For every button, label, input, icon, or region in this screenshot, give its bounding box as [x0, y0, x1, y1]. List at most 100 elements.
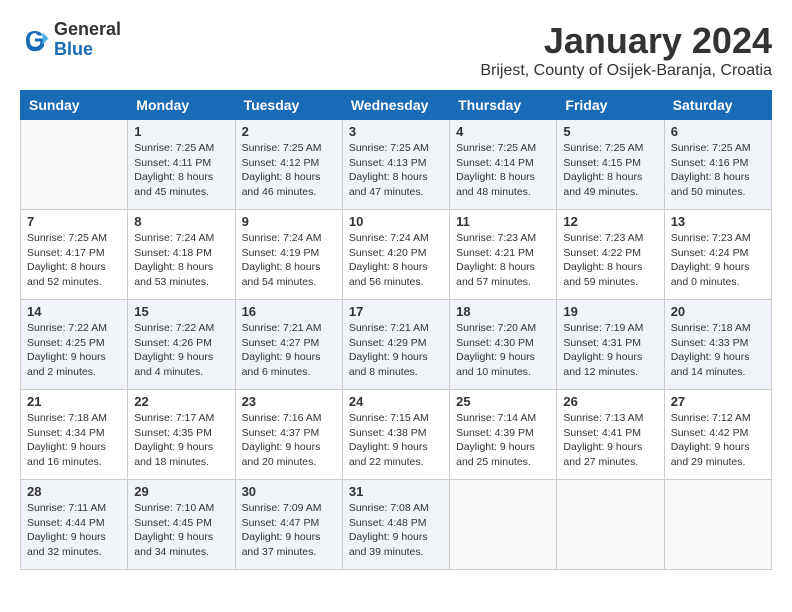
- day-info: Sunrise: 7:23 AMSunset: 4:21 PMDaylight:…: [456, 231, 550, 290]
- day-info: Sunrise: 7:09 AMSunset: 4:47 PMDaylight:…: [242, 501, 336, 560]
- day-info: Sunrise: 7:25 AMSunset: 4:14 PMDaylight:…: [456, 141, 550, 200]
- calendar-body: 1 Sunrise: 7:25 AMSunset: 4:11 PMDaylight…: [21, 120, 772, 570]
- day-info: Sunrise: 7:18 AMSunset: 4:33 PMDaylight:…: [671, 321, 765, 380]
- day-info: Sunrise: 7:12 AMSunset: 4:42 PMDaylight:…: [671, 411, 765, 470]
- day-info: Sunrise: 7:13 AMSunset: 4:41 PMDaylight:…: [563, 411, 657, 470]
- calendar-cell: [664, 480, 771, 570]
- calendar-cell: 26 Sunrise: 7:13 AMSunset: 4:41 PMDayligh…: [557, 390, 664, 480]
- day-info: Sunrise: 7:10 AMSunset: 4:45 PMDaylight:…: [134, 501, 228, 560]
- day-number: 2: [242, 124, 336, 139]
- calendar: SundayMondayTuesdayWednesdayThursdayFrid…: [20, 90, 772, 570]
- week-row-4: 21Sunrise: 7:18 AMSunset: 4:34 PMDayligh…: [21, 390, 772, 480]
- day-number: 26: [563, 394, 657, 409]
- calendar-cell: 25 Sunrise: 7:14 AMSunset: 4:39 PMDayligh…: [450, 390, 557, 480]
- header-monday: Monday: [128, 91, 235, 120]
- calendar-cell: 27 Sunrise: 7:12 AMSunset: 4:42 PMDayligh…: [664, 390, 771, 480]
- day-info: Sunrise: 7:23 AMSunset: 4:24 PMDaylight:…: [671, 231, 765, 290]
- day-number: 14: [27, 304, 121, 319]
- week-row-2: 7Sunrise: 7:25 AMSunset: 4:17 PMDaylight…: [21, 210, 772, 300]
- day-info: Sunrise: 7:14 AMSunset: 4:39 PMDaylight:…: [456, 411, 550, 470]
- day-info: Sunrise: 7:19 AMSunset: 4:31 PMDaylight:…: [563, 321, 657, 380]
- calendar-cell: 31Sunrise: 7:08 AMSunset: 4:48 PMDayligh…: [342, 480, 449, 570]
- calendar-cell: 29Sunrise: 7:10 AMSunset: 4:45 PMDayligh…: [128, 480, 235, 570]
- header-tuesday: Tuesday: [235, 91, 342, 120]
- calendar-cell: 10Sunrise: 7:24 AMSunset: 4:20 PMDayligh…: [342, 210, 449, 300]
- calendar-cell: 19 Sunrise: 7:19 AMSunset: 4:31 PMDayligh…: [557, 300, 664, 390]
- day-number: 25: [456, 394, 550, 409]
- calendar-cell: 13Sunrise: 7:23 AMSunset: 4:24 PMDayligh…: [664, 210, 771, 300]
- header: General Blue January 2024 Brijest, Count…: [20, 20, 772, 80]
- logo-icon: [20, 25, 50, 55]
- day-info: Sunrise: 7:16 AMSunset: 4:37 PMDaylight:…: [242, 411, 336, 470]
- calendar-cell: 4Sunrise: 7:25 AMSunset: 4:14 PMDaylight…: [450, 120, 557, 210]
- day-info: Sunrise: 7:24 AMSunset: 4:19 PMDaylight:…: [242, 231, 336, 290]
- calendar-cell: [21, 120, 128, 210]
- header-sunday: Sunday: [21, 91, 128, 120]
- logo-text: General Blue: [54, 20, 121, 60]
- day-info: Sunrise: 7:20 AMSunset: 4:30 PMDaylight:…: [456, 321, 550, 380]
- week-row-3: 14 Sunrise: 7:22 AMSunset: 4:25 PMDayligh…: [21, 300, 772, 390]
- calendar-cell: 9Sunrise: 7:24 AMSunset: 4:19 PMDaylight…: [235, 210, 342, 300]
- calendar-cell: 15Sunrise: 7:22 AMSunset: 4:26 PMDayligh…: [128, 300, 235, 390]
- calendar-cell: 20 Sunrise: 7:18 AMSunset: 4:33 PMDayligh…: [664, 300, 771, 390]
- day-number: 3: [349, 124, 443, 139]
- calendar-cell: 16Sunrise: 7:21 AMSunset: 4:27 PMDayligh…: [235, 300, 342, 390]
- day-number: 10: [349, 214, 443, 229]
- calendar-cell: 30Sunrise: 7:09 AMSunset: 4:47 PMDayligh…: [235, 480, 342, 570]
- calendar-cell: 24 Sunrise: 7:15 AMSunset: 4:38 PMDayligh…: [342, 390, 449, 480]
- day-number: 20: [671, 304, 765, 319]
- day-info: Sunrise: 7:11 AMSunset: 4:44 PMDaylight:…: [27, 501, 121, 560]
- calendar-cell: [450, 480, 557, 570]
- day-info: Sunrise: 7:15 AMSunset: 4:38 PMDaylight:…: [349, 411, 443, 470]
- week-row-5: 28 Sunrise: 7:11 AMSunset: 4:44 PMDayligh…: [21, 480, 772, 570]
- day-info: Sunrise: 7:25 AMSunset: 4:17 PMDaylight:…: [27, 231, 121, 290]
- week-row-1: 1 Sunrise: 7:25 AMSunset: 4:11 PMDaylight…: [21, 120, 772, 210]
- day-number: 27: [671, 394, 765, 409]
- header-wednesday: Wednesday: [342, 91, 449, 120]
- logo-blue: Blue: [54, 40, 121, 60]
- calendar-cell: 3 Sunrise: 7:25 AMSunset: 4:13 PMDaylight…: [342, 120, 449, 210]
- day-number: 28: [27, 484, 121, 499]
- day-info: Sunrise: 7:25 AMSunset: 4:15 PMDaylight:…: [563, 141, 657, 200]
- day-info: Sunrise: 7:23 AMSunset: 4:22 PMDaylight:…: [563, 231, 657, 290]
- day-number: 5: [563, 124, 657, 139]
- calendar-cell: 23 Sunrise: 7:16 AMSunset: 4:37 PMDayligh…: [235, 390, 342, 480]
- calendar-cell: 22 Sunrise: 7:17 AMSunset: 4:35 PMDayligh…: [128, 390, 235, 480]
- day-info: Sunrise: 7:22 AMSunset: 4:26 PMDaylight:…: [134, 321, 228, 380]
- day-number: 18: [456, 304, 550, 319]
- calendar-cell: 1 Sunrise: 7:25 AMSunset: 4:11 PMDaylight…: [128, 120, 235, 210]
- day-number: 19: [563, 304, 657, 319]
- calendar-cell: 21Sunrise: 7:18 AMSunset: 4:34 PMDayligh…: [21, 390, 128, 480]
- day-number: 8: [134, 214, 228, 229]
- day-info: Sunrise: 7:25 AMSunset: 4:11 PMDaylight:…: [134, 141, 228, 200]
- day-number: 31: [349, 484, 443, 499]
- day-number: 22: [134, 394, 228, 409]
- day-number: 11: [456, 214, 550, 229]
- calendar-cell: 2 Sunrise: 7:25 AMSunset: 4:12 PMDaylight…: [235, 120, 342, 210]
- calendar-cell: 12 Sunrise: 7:23 AMSunset: 4:22 PMDayligh…: [557, 210, 664, 300]
- day-number: 6: [671, 124, 765, 139]
- header-thursday: Thursday: [450, 91, 557, 120]
- day-info: Sunrise: 7:21 AMSunset: 4:27 PMDaylight:…: [242, 321, 336, 380]
- day-number: 23: [242, 394, 336, 409]
- logo-general: General: [54, 20, 121, 40]
- title-area: January 2024 Brijest, County of Osijek-B…: [480, 20, 772, 80]
- calendar-cell: 18 Sunrise: 7:20 AMSunset: 4:30 PMDayligh…: [450, 300, 557, 390]
- day-info: Sunrise: 7:17 AMSunset: 4:35 PMDaylight:…: [134, 411, 228, 470]
- location-title: Brijest, County of Osijek-Baranja, Croat…: [480, 62, 772, 80]
- calendar-cell: 7Sunrise: 7:25 AMSunset: 4:17 PMDaylight…: [21, 210, 128, 300]
- day-info: Sunrise: 7:24 AMSunset: 4:18 PMDaylight:…: [134, 231, 228, 290]
- header-friday: Friday: [557, 91, 664, 120]
- day-number: 12: [563, 214, 657, 229]
- day-info: Sunrise: 7:25 AMSunset: 4:16 PMDaylight:…: [671, 141, 765, 200]
- header-saturday: Saturday: [664, 91, 771, 120]
- day-info: Sunrise: 7:25 AMSunset: 4:12 PMDaylight:…: [242, 141, 336, 200]
- day-number: 1: [134, 124, 228, 139]
- calendar-cell: 8 Sunrise: 7:24 AMSunset: 4:18 PMDaylight…: [128, 210, 235, 300]
- day-info: Sunrise: 7:25 AMSunset: 4:13 PMDaylight:…: [349, 141, 443, 200]
- calendar-cell: 14 Sunrise: 7:22 AMSunset: 4:25 PMDayligh…: [21, 300, 128, 390]
- day-number: 24: [349, 394, 443, 409]
- calendar-cell: 11 Sunrise: 7:23 AMSunset: 4:21 PMDayligh…: [450, 210, 557, 300]
- day-info: Sunrise: 7:22 AMSunset: 4:25 PMDaylight:…: [27, 321, 121, 380]
- calendar-header-row: SundayMondayTuesdayWednesdayThursdayFrid…: [21, 91, 772, 120]
